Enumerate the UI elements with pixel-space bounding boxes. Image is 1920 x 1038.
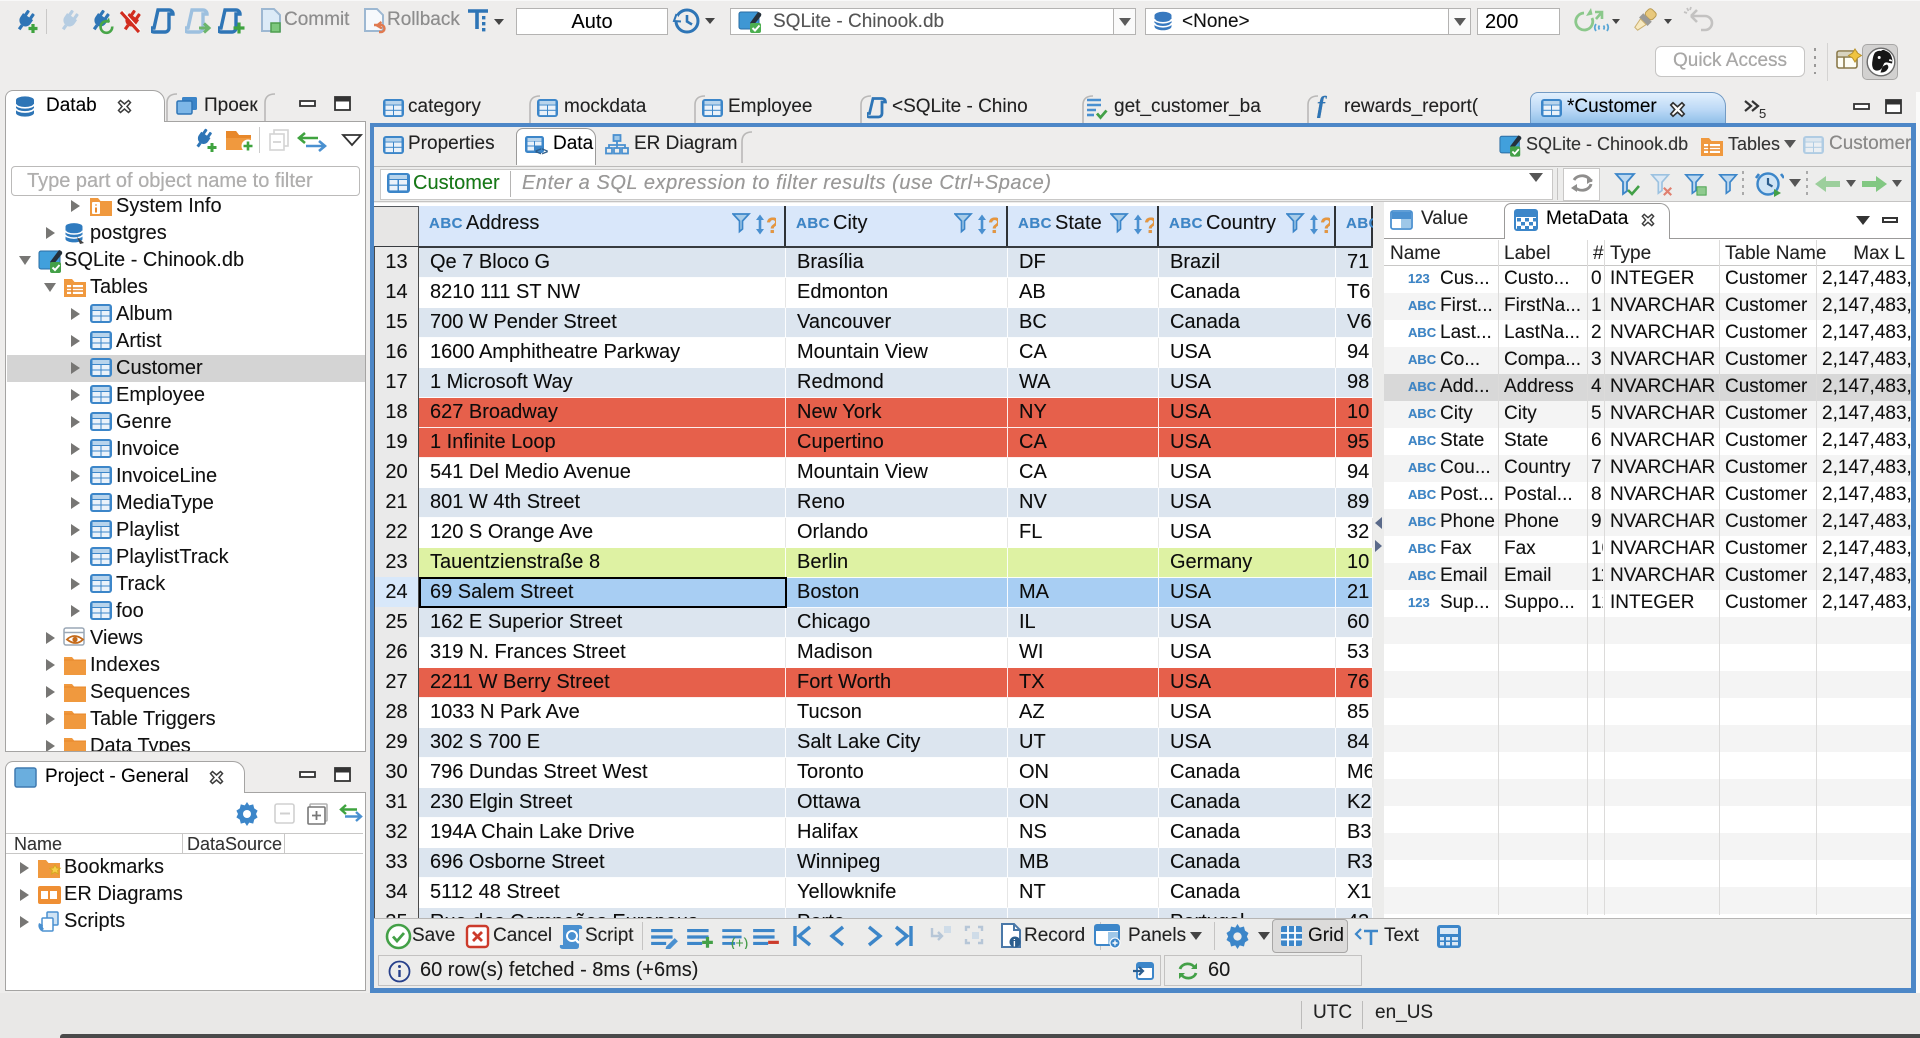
svg-text:?: ? <box>1144 213 1154 238</box>
svg-text:5: 5 <box>1759 106 1766 120</box>
svg-text:?: ? <box>988 213 998 238</box>
svg-text:?: ? <box>1320 213 1330 238</box>
svg-text:i: i <box>1013 939 1016 950</box>
svg-text:(+): (+) <box>731 935 748 949</box>
svg-text:<>: <> <box>535 147 549 157</box>
svg-text:?: ? <box>766 213 776 238</box>
